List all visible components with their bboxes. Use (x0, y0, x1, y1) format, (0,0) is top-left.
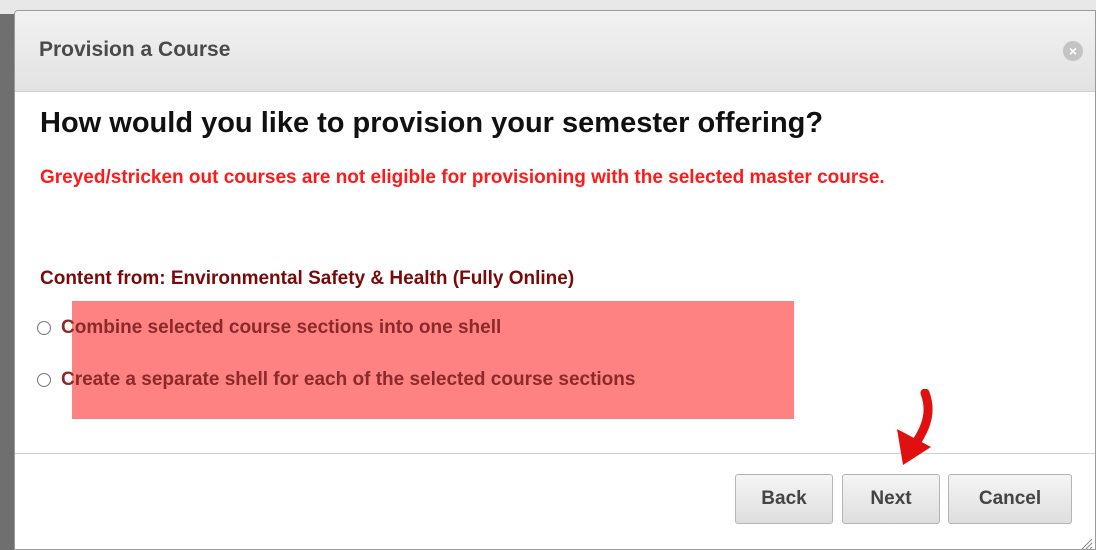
red-arrow-annotation (897, 389, 933, 465)
dialog-titlebar: Provision a Course × (15, 11, 1095, 92)
ineligible-warning: Greyed/stricken out courses are not elig… (40, 167, 885, 188)
provision-course-dialog: Provision a Course × How would you like … (14, 10, 1096, 550)
back-button[interactable]: Back (735, 474, 833, 524)
next-button[interactable]: Next (842, 474, 940, 524)
resize-grip-icon[interactable] (1079, 536, 1093, 550)
option-label: Create a separate shell for each of the … (61, 369, 636, 390)
option-combine-sections[interactable]: Combine selected course sections into on… (37, 317, 501, 339)
separate-radio[interactable] (37, 373, 51, 387)
cancel-button[interactable]: Cancel (948, 474, 1072, 524)
provision-question: How would you like to provision your sem… (40, 107, 824, 139)
combine-radio[interactable] (37, 321, 51, 335)
dialog-title: Provision a Course (39, 38, 231, 61)
background-page-edge (0, 14, 14, 550)
close-icon[interactable]: × (1063, 41, 1083, 61)
option-label: Combine selected course sections into on… (61, 317, 502, 338)
option-separate-shells[interactable]: Create a separate shell for each of the … (37, 369, 635, 391)
content-source-label: Content from: Environmental Safety & Hea… (40, 268, 575, 289)
